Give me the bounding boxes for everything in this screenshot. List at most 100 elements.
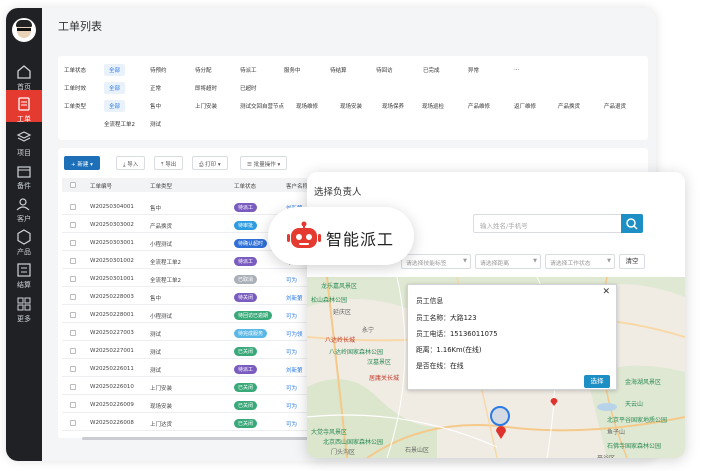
order-id: W20250228003 xyxy=(90,294,134,300)
status-badge: 待派工 xyxy=(234,203,258,212)
avatar[interactable] xyxy=(12,18,36,42)
filter-option[interactable]: ... xyxy=(514,66,519,72)
row-checkbox[interactable] xyxy=(70,366,76,372)
row-checkbox[interactable] xyxy=(70,330,76,336)
map[interactable]: 龙乐嘉风景区 松山森林公园 延庆区 永宁 八达岭长城 八达岭国家森林公园 汉墓景区 居庸关长城… xyxy=(307,277,685,458)
filter-option[interactable]: 现场巡检 xyxy=(422,102,444,110)
location-marker-icon[interactable] xyxy=(489,405,511,427)
pin-icon[interactable] xyxy=(495,425,507,439)
customer-link[interactable]: 刘新第 xyxy=(286,366,303,374)
search-button[interactable] xyxy=(621,214,643,233)
chevron-down-icon: ▼ xyxy=(463,258,467,264)
sidebar-item-1[interactable]: 工单 xyxy=(6,90,42,123)
row-checkbox[interactable] xyxy=(70,348,76,354)
filter-option[interactable]: 已超时 xyxy=(240,84,257,92)
filter-label: 工单时效 xyxy=(64,86,87,92)
filter-option[interactable]: 产品维修 xyxy=(468,102,490,110)
map-place-label: 汉墓景区 xyxy=(367,359,392,366)
customer-link[interactable]: 可为 xyxy=(286,276,297,284)
filter-option[interactable]: 全部 xyxy=(104,82,126,94)
filter-option[interactable]: 测试 xyxy=(150,120,161,128)
row-checkbox[interactable] xyxy=(70,420,76,426)
filter-option[interactable]: 全流程工单2 xyxy=(104,120,135,128)
sidebar-item-6[interactable]: 结算 xyxy=(6,256,42,289)
filter-option[interactable]: 服务中 xyxy=(284,66,301,74)
sidebar-item-4[interactable]: 客户 xyxy=(6,190,42,223)
filter-option[interactable]: 异常 xyxy=(468,66,479,74)
row-checkbox[interactable] xyxy=(70,258,76,264)
filter-option[interactable]: 现场维修 xyxy=(296,102,318,110)
filter-option[interactable]: 现场安装 xyxy=(340,102,362,110)
filter-option[interactable]: 待预约 xyxy=(150,66,167,74)
row-checkbox[interactable] xyxy=(70,294,76,300)
filter-option[interactable]: 待结算 xyxy=(330,66,347,74)
filter-option[interactable]: 待派工 xyxy=(240,66,257,74)
sidebar-item-3[interactable]: 备件 xyxy=(6,157,42,190)
filter-option[interactable]: 售中 xyxy=(150,102,161,110)
filter-option[interactable]: 返厂维修 xyxy=(514,102,536,110)
import-button[interactable]: ⤓ 导入 xyxy=(116,156,146,170)
row-checkbox[interactable] xyxy=(70,276,76,282)
work-status-select[interactable]: 请选择工作状态 ▼ xyxy=(545,254,615,269)
sidebar-item-7[interactable]: 更多 xyxy=(6,290,42,323)
smart-dispatch-label: 智能派工 xyxy=(326,230,395,249)
filter-option[interactable]: 待回访 xyxy=(376,66,393,74)
skill-select[interactable]: 请选择技能标签 ▼ xyxy=(401,254,471,269)
export-button[interactable]: ⤒ 导出 xyxy=(154,156,184,170)
modal-title: 选择负责人 xyxy=(314,187,362,198)
order-type: 售中 xyxy=(150,206,162,212)
column-header[interactable]: 客户名称 xyxy=(286,182,308,190)
sidebar-item-2[interactable]: 项目 xyxy=(6,124,42,157)
print-button[interactable]: ⎙ 打印 ▾ xyxy=(192,156,228,170)
customer-link[interactable]: 可为领 xyxy=(286,330,303,338)
map-place-label: 松山森林公园 xyxy=(311,297,348,304)
customer-link[interactable]: 可为 xyxy=(286,420,297,428)
row-checkbox[interactable] xyxy=(70,204,76,210)
row-checkbox[interactable] xyxy=(70,312,76,318)
batch-button[interactable]: ☰ 批量操作 ▾ xyxy=(240,156,288,170)
row-checkbox[interactable] xyxy=(70,222,76,228)
filter-option[interactable]: 产品换货 xyxy=(558,102,580,110)
row-checkbox[interactable] xyxy=(70,402,76,408)
map-place-label: 平谷区 xyxy=(597,453,615,458)
order-type: 测试 xyxy=(150,350,162,356)
sidebar-item-5[interactable]: 产品 xyxy=(6,223,42,256)
customer-link[interactable]: 可为 xyxy=(286,312,297,320)
sidebar-item-0[interactable]: 首页 xyxy=(6,58,42,91)
order-type: 上门达货 xyxy=(150,422,173,428)
info-title: 员工信息 xyxy=(416,297,444,305)
row-checkbox[interactable] xyxy=(70,384,76,390)
customer-link[interactable]: 可为 xyxy=(286,348,297,356)
customer-link[interactable]: 刘新第 xyxy=(286,294,303,302)
clear-button[interactable]: 清空 xyxy=(619,254,645,269)
choose-button[interactable]: 选择 xyxy=(584,375,610,388)
new-button[interactable]: + 新建 ▾ xyxy=(64,156,100,170)
customer-link[interactable]: 可为 xyxy=(286,384,297,392)
filter-option[interactable]: 全部 xyxy=(104,64,126,76)
distance-select[interactable]: 请选择距离 ▼ xyxy=(475,254,541,269)
column-header[interactable]: 工单状态 xyxy=(234,182,256,190)
map-place-label: 天云山 xyxy=(625,401,644,408)
horizontal-scrollbar[interactable] xyxy=(82,437,312,440)
pin-icon[interactable] xyxy=(550,398,558,406)
close-icon[interactable]: ✕ xyxy=(602,287,610,297)
filter-option[interactable]: 已完成 xyxy=(423,66,440,74)
filter-option[interactable]: 即将超时 xyxy=(195,84,217,92)
column-header[interactable]: 工单编号 xyxy=(90,182,112,190)
filter-option[interactable]: 测试交回自营节点 xyxy=(240,102,284,110)
filter-option[interactable]: 上门安装 xyxy=(195,102,217,110)
filter-option[interactable]: 全部 xyxy=(104,100,126,112)
row-checkbox[interactable] xyxy=(70,240,76,246)
robot-icon xyxy=(287,221,321,248)
search-input[interactable]: 输入姓名/手机号 xyxy=(473,214,621,233)
filter-option[interactable]: 待分配 xyxy=(195,66,212,74)
column-header[interactable]: 工单类型 xyxy=(150,182,172,190)
filter-option[interactable]: 正常 xyxy=(150,84,161,92)
select-all-checkbox[interactable] xyxy=(70,182,76,188)
filter-option[interactable]: 现场保养 xyxy=(382,102,404,110)
cube-icon xyxy=(17,229,31,245)
layers-icon xyxy=(16,131,32,142)
customer-link[interactable]: 可为 xyxy=(286,402,297,410)
filter-option[interactable]: 产品退货 xyxy=(604,102,626,110)
settle-icon xyxy=(17,263,31,277)
